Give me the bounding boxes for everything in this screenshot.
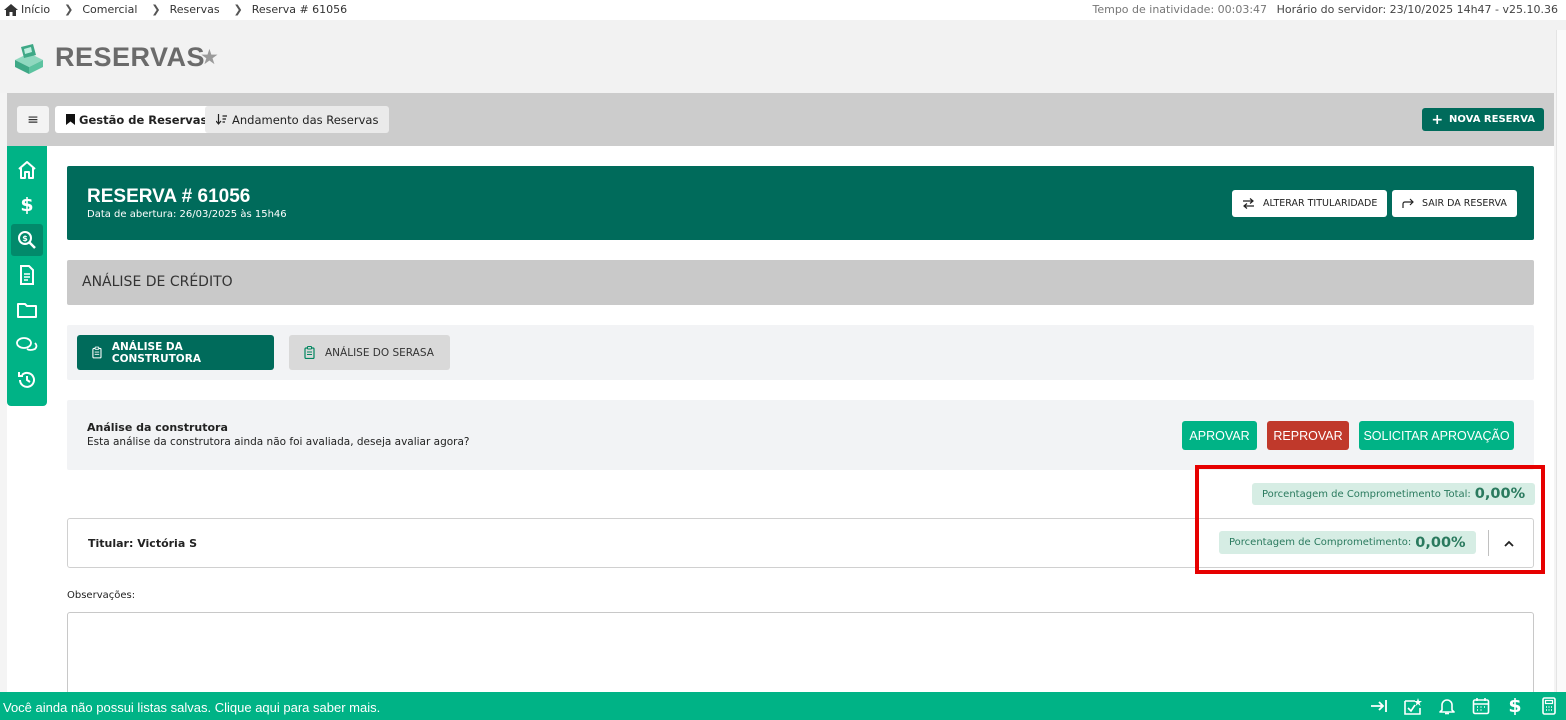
dollar-icon[interactable]: $ <box>1498 692 1532 720</box>
expand-arrow-icon[interactable] <box>1362 692 1396 720</box>
approve-button[interactable]: APROVAR <box>1182 421 1257 450</box>
reservation-title: RESERVA # 61056 <box>87 186 251 207</box>
nav-history-icon[interactable] <box>11 364 43 396</box>
favorite-star-icon[interactable]: ★ <box>200 45 219 69</box>
tab-label: Andamento das Reservas <box>232 112 379 127</box>
nav-home-icon[interactable] <box>11 154 43 186</box>
construtora-analysis-panel: Análise da construtora Esta análise da c… <box>67 400 1534 470</box>
tab-label: ANÁLISE DO SERASA <box>325 346 434 359</box>
saved-lists-message[interactable]: Você ainda não possui listas salvas. Cli… <box>3 700 380 715</box>
analysis-title: Análise da construtora <box>87 421 228 434</box>
clipboard-icon <box>92 346 102 359</box>
chevron-right-icon: ❯ <box>151 3 161 16</box>
chevron-right-icon: ❯ <box>64 3 74 16</box>
new-reservation-label: NOVA RESERVA <box>1449 114 1535 125</box>
breadcrumb-item-reservas[interactable]: Reservas <box>170 3 220 16</box>
calendar-icon[interactable] <box>1464 692 1498 720</box>
menu-toggle-button[interactable]: ≡ <box>17 106 49 133</box>
reservation-header: RESERVA # 61056 Data de abertura: 26/03/… <box>67 166 1534 240</box>
share-arrow-icon <box>1402 198 1414 208</box>
reservation-open-date: Data de abertura: 26/03/2025 às 15h46 <box>87 209 287 220</box>
scrollbar[interactable] <box>1556 30 1566 692</box>
breadcrumb-item-comercial[interactable]: Comercial <box>82 3 137 16</box>
bell-icon[interactable] <box>1430 692 1464 720</box>
clipboard-icon <box>304 346 315 359</box>
exit-reservation-button[interactable]: SAIR DA RESERVA <box>1392 190 1517 217</box>
tab-andamento-reservas[interactable]: Andamento das Reservas <box>205 106 390 133</box>
swap-icon <box>1243 198 1254 209</box>
change-ownership-button[interactable]: ALTERAR TITULARIDADE <box>1232 190 1388 217</box>
plus-icon: + <box>1431 111 1444 128</box>
exit-reservation-label: SAIR DA RESERVA <box>1422 198 1507 209</box>
bookmark-icon <box>66 114 75 125</box>
observations-label: Observações: <box>67 590 136 601</box>
analysis-description: Esta análise da construtora ainda não fo… <box>87 436 470 448</box>
server-info: Tempo de inatividade: 00:03:47 Horário d… <box>1092 3 1558 16</box>
highlight-rectangle <box>1195 465 1545 574</box>
reject-button[interactable]: REPROVAR <box>1267 421 1349 450</box>
nav-chat-icon[interactable] <box>11 329 43 361</box>
breadcrumb-item-current: Reserva # 61056 <box>251 3 348 16</box>
change-ownership-label: ALTERAR TITULARIDADE <box>1263 198 1378 209</box>
nav-dollar-icon[interactable]: $ <box>11 189 43 221</box>
page-title: RESERVAS <box>55 42 206 72</box>
reservas-logo-icon <box>15 44 43 74</box>
bottom-status-bar: Você ainda não possui listas salvas. Cli… <box>0 692 1566 720</box>
request-approval-button[interactable]: SOLICITAR APROVAÇÃO <box>1359 421 1514 450</box>
server-time: Horário do servidor: 23/10/2025 14h47 - … <box>1276 3 1558 16</box>
idle-time: Tempo de inatividade: 00:03:47 <box>1092 3 1268 16</box>
breadcrumb-item-inicio[interactable]: Início <box>21 3 50 16</box>
sort-icon <box>216 114 227 125</box>
nav-document-icon[interactable] <box>11 259 43 291</box>
hamburger-icon: ≡ <box>27 111 39 128</box>
breadcrumb-home[interactable]: Início <box>4 3 50 16</box>
nav-credit-analysis-icon[interactable]: $ <box>11 224 43 256</box>
tab-bar: ≡ Gestão de Reservas Andamento das Reser… <box>7 93 1554 146</box>
tab-analise-serasa[interactable]: ANÁLISE DO SERASA <box>289 335 450 370</box>
analysis-tabs: ANÁLISE DA CONSTRUTORA ANÁLISE DO SERASA <box>67 325 1534 380</box>
tab-gestao-reservas[interactable]: Gestão de Reservas <box>55 106 219 133</box>
chevron-right-icon: ❯ <box>233 3 243 16</box>
calendar-star-icon[interactable] <box>1396 692 1430 720</box>
titular-name: Titular: Victória S <box>88 537 198 550</box>
calculator-icon[interactable] <box>1532 692 1566 720</box>
tab-label: Gestão de Reservas <box>79 112 208 127</box>
nav-folder-icon[interactable] <box>11 294 43 326</box>
top-bar: Início ❯ Comercial ❯ Reservas ❯ Reserva … <box>0 0 1566 20</box>
tab-analise-construtora[interactable]: ANÁLISE DA CONSTRUTORA <box>77 335 274 370</box>
svg-text:$: $ <box>22 234 28 243</box>
new-reservation-button[interactable]: + NOVA RESERVA <box>1422 108 1544 131</box>
home-icon <box>4 3 18 16</box>
credit-analysis-heading: ANÁLISE DE CRÉDITO <box>67 260 1534 305</box>
breadcrumb: Início ❯ Comercial ❯ Reservas ❯ Reserva … <box>4 3 347 16</box>
page-header: RESERVAS ★ <box>0 20 1566 93</box>
tab-label: ANÁLISE DA CONSTRUTORA <box>111 340 201 365</box>
left-nav: $ $ <box>7 146 47 406</box>
bottom-toolbar: $ <box>1362 692 1566 720</box>
section-title: ANÁLISE DE CRÉDITO <box>82 274 233 290</box>
